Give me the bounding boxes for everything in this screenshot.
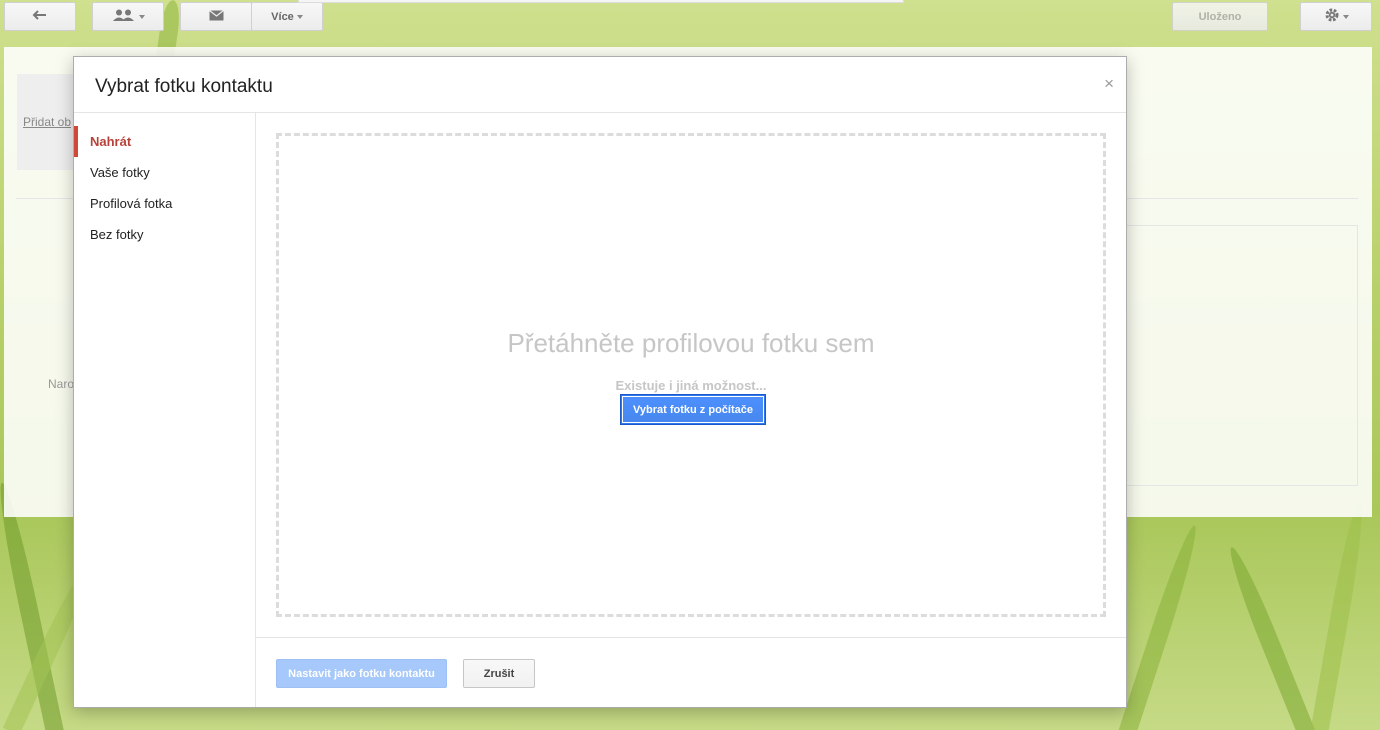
chevron-down-icon (1342, 14, 1349, 19)
gear-icon (1324, 7, 1340, 26)
sidebar-item-upload[interactable]: Nahrát (74, 126, 255, 157)
sidebar-item-your-photos[interactable]: Vaše fotky (74, 157, 255, 188)
chevron-down-icon (296, 14, 303, 19)
dialog-title: Vybrat fotku kontaktu (95, 76, 273, 97)
back-button[interactable] (4, 2, 76, 31)
photo-drop-zone[interactable]: Přetáhněte profilovou fotku sem Existuje… (276, 133, 1106, 617)
groups-button[interactable] (92, 2, 164, 31)
chevron-down-icon (138, 14, 145, 19)
add-photo-link[interactable]: Přidat ob (23, 115, 71, 129)
back-arrow-icon (32, 9, 48, 24)
side-panel (1120, 225, 1358, 486)
more-button[interactable]: Více (251, 2, 323, 31)
sidebar-item-profile-photo[interactable]: Profilová fotka (74, 188, 255, 219)
cancel-button[interactable]: Zrušit (463, 659, 535, 688)
notification-bar (298, 0, 904, 3)
dialog-header: Vybrat fotku kontaktu × (74, 57, 1126, 113)
sidebar-item-label: Nahrát (90, 134, 132, 149)
sidebar-item-label: Bez fotky (90, 227, 144, 242)
sidebar-item-label: Vaše fotky (90, 165, 150, 180)
email-button[interactable] (180, 2, 252, 31)
footer-divider (255, 637, 1126, 638)
dialog-sidebar: Nahrát Vaše fotky Profilová fotka Bez fo… (74, 112, 256, 707)
sidebar-item-no-photo[interactable]: Bez fotky (74, 219, 255, 250)
saved-label: Uloženo (1198, 10, 1242, 23)
close-icon[interactable]: × (1104, 75, 1114, 92)
mail-icon (208, 9, 224, 24)
sidebar-item-label: Profilová fotka (90, 196, 173, 211)
saved-button[interactable]: Uloženo (1172, 2, 1268, 31)
choose-from-computer-button[interactable]: Vybrat fotku z počítače (620, 394, 766, 425)
choose-contact-photo-dialog: Vybrat fotku kontaktu × Nahrát Vaše fotk… (73, 56, 1127, 708)
set-as-contact-photo-button[interactable]: Nastavit jako fotku kontaktu (276, 659, 447, 688)
settings-button[interactable] (1300, 2, 1372, 31)
more-label: Více (271, 10, 294, 23)
field-label-partial: Naro (48, 377, 75, 391)
drop-zone-title: Přetáhněte profilovou fotku sem (507, 328, 875, 358)
drop-zone-alt-text: Existuje i jiná možnost... (615, 378, 767, 393)
people-icon (112, 9, 136, 24)
